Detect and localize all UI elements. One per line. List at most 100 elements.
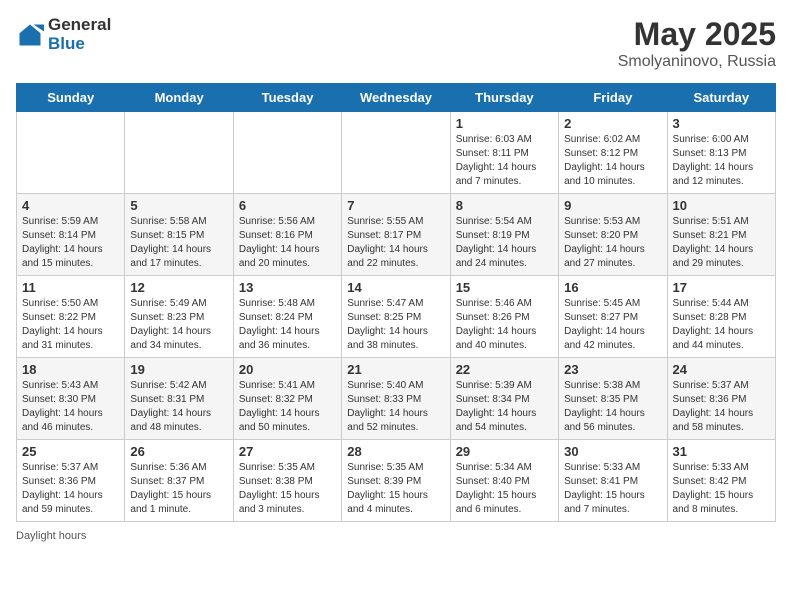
calendar-day-cell: 22 Sunrise: 5:39 AM Sunset: 8:34 PM Dayli… <box>450 358 558 440</box>
day-number: 2 <box>564 116 661 131</box>
calendar-day-cell: 10 Sunrise: 5:51 AM Sunset: 8:21 PM Dayli… <box>667 194 775 276</box>
day-number: 21 <box>347 362 444 377</box>
calendar-day-cell: 17 Sunrise: 5:44 AM Sunset: 8:28 PM Dayli… <box>667 276 775 358</box>
day-info: Sunrise: 5:39 AM Sunset: 8:34 PM Dayligh… <box>456 379 553 435</box>
day-info: Sunrise: 5:33 AM Sunset: 8:42 PM Dayligh… <box>673 461 770 517</box>
title-block: May 2025 Smolyaninovo, Russia <box>618 16 776 71</box>
day-number: 19 <box>130 362 227 377</box>
calendar-day-cell: 31 Sunrise: 5:33 AM Sunset: 8:42 PM Dayli… <box>667 440 775 522</box>
calendar-day-cell <box>17 112 125 194</box>
calendar-day-cell: 1 Sunrise: 6:03 AM Sunset: 8:11 PM Daylig… <box>450 112 558 194</box>
calendar-day-cell: 12 Sunrise: 5:49 AM Sunset: 8:23 PM Dayli… <box>125 276 233 358</box>
day-number: 29 <box>456 444 553 459</box>
day-info: Sunrise: 5:56 AM Sunset: 8:16 PM Dayligh… <box>239 215 336 271</box>
day-info: Sunrise: 5:45 AM Sunset: 8:27 PM Dayligh… <box>564 297 661 353</box>
day-info: Sunrise: 5:37 AM Sunset: 8:36 PM Dayligh… <box>673 379 770 435</box>
logo-general: General <box>48 16 111 35</box>
calendar-day-cell: 18Sunrise: 5:43 AM Sunset: 8:30 PM Dayli… <box>17 358 125 440</box>
day-number: 5 <box>130 198 227 213</box>
day-number: 4 <box>22 198 119 213</box>
logo-text: General Blue <box>48 16 111 53</box>
calendar-week-row: 1 Sunrise: 6:03 AM Sunset: 8:11 PM Daylig… <box>17 112 776 194</box>
logo-blue: Blue <box>48 35 111 54</box>
day-number: 1 <box>456 116 553 131</box>
calendar-day-cell: 15Sunrise: 5:46 AM Sunset: 8:26 PM Dayli… <box>450 276 558 358</box>
calendar-day-cell: 19 Sunrise: 5:42 AM Sunset: 8:31 PM Dayli… <box>125 358 233 440</box>
day-info: Sunrise: 5:34 AM Sunset: 8:40 PM Dayligh… <box>456 461 553 517</box>
calendar-week-row: 4 Sunrise: 5:59 AM Sunset: 8:14 PM Daylig… <box>17 194 776 276</box>
calendar-day-cell: 21Sunrise: 5:40 AM Sunset: 8:33 PM Dayli… <box>342 358 450 440</box>
day-number: 6 <box>239 198 336 213</box>
calendar-day-cell: 8Sunrise: 5:54 AM Sunset: 8:19 PM Daylig… <box>450 194 558 276</box>
location-title: Smolyaninovo, Russia <box>618 53 776 71</box>
weekday-header: Sunday <box>17 84 125 112</box>
day-info: Sunrise: 6:02 AM Sunset: 8:12 PM Dayligh… <box>564 133 661 189</box>
weekday-header: Tuesday <box>233 84 341 112</box>
calendar-day-cell <box>342 112 450 194</box>
day-info: Sunrise: 5:44 AM Sunset: 8:28 PM Dayligh… <box>673 297 770 353</box>
day-info: Sunrise: 5:37 AM Sunset: 8:36 PM Dayligh… <box>22 461 119 517</box>
day-number: 16 <box>564 280 661 295</box>
day-info: Sunrise: 5:50 AM Sunset: 8:22 PM Dayligh… <box>22 297 119 353</box>
day-number: 27 <box>239 444 336 459</box>
calendar-day-cell: 2 Sunrise: 6:02 AM Sunset: 8:12 PM Daylig… <box>559 112 667 194</box>
calendar-table: SundayMondayTuesdayWednesdayThursdayFrid… <box>16 83 776 522</box>
day-info: Sunrise: 5:41 AM Sunset: 8:32 PM Dayligh… <box>239 379 336 435</box>
day-number: 20 <box>239 362 336 377</box>
calendar-day-cell <box>233 112 341 194</box>
weekday-header: Wednesday <box>342 84 450 112</box>
calendar-day-cell: 27 Sunrise: 5:35 AM Sunset: 8:38 PM Dayli… <box>233 440 341 522</box>
day-number: 23 <box>564 362 661 377</box>
logo: General Blue <box>16 16 111 53</box>
day-info: Sunrise: 5:42 AM Sunset: 8:31 PM Dayligh… <box>130 379 227 435</box>
month-title: May 2025 <box>618 16 776 53</box>
calendar-day-cell: 23 Sunrise: 5:38 AM Sunset: 8:35 PM Dayli… <box>559 358 667 440</box>
day-info: Sunrise: 5:48 AM Sunset: 8:24 PM Dayligh… <box>239 297 336 353</box>
weekday-header: Thursday <box>450 84 558 112</box>
calendar-day-cell: 11 Sunrise: 5:50 AM Sunset: 8:22 PM Dayli… <box>17 276 125 358</box>
day-number: 12 <box>130 280 227 295</box>
weekday-row: SundayMondayTuesdayWednesdayThursdayFrid… <box>17 84 776 112</box>
day-info: Sunrise: 5:51 AM Sunset: 8:21 PM Dayligh… <box>673 215 770 271</box>
day-number: 14 <box>347 280 444 295</box>
calendar-day-cell: 5 Sunrise: 5:58 AM Sunset: 8:15 PM Daylig… <box>125 194 233 276</box>
day-number: 22 <box>456 362 553 377</box>
day-number: 11 <box>22 280 119 295</box>
day-number: 13 <box>239 280 336 295</box>
calendar-day-cell: 28Sunrise: 5:35 AM Sunset: 8:39 PM Dayli… <box>342 440 450 522</box>
day-info: Sunrise: 5:55 AM Sunset: 8:17 PM Dayligh… <box>347 215 444 271</box>
calendar-day-cell: 25 Sunrise: 5:37 AM Sunset: 8:36 PM Dayli… <box>17 440 125 522</box>
calendar-header: SundayMondayTuesdayWednesdayThursdayFrid… <box>17 84 776 112</box>
calendar-day-cell: 14 Sunrise: 5:47 AM Sunset: 8:25 PM Dayli… <box>342 276 450 358</box>
day-info: Sunrise: 5:35 AM Sunset: 8:38 PM Dayligh… <box>239 461 336 517</box>
day-info: Sunrise: 5:38 AM Sunset: 8:35 PM Dayligh… <box>564 379 661 435</box>
day-number: 9 <box>564 198 661 213</box>
weekday-header: Friday <box>559 84 667 112</box>
day-info: Sunrise: 5:54 AM Sunset: 8:19 PM Dayligh… <box>456 215 553 271</box>
day-info: Sunrise: 5:49 AM Sunset: 8:23 PM Dayligh… <box>130 297 227 353</box>
day-info: Sunrise: 6:03 AM Sunset: 8:11 PM Dayligh… <box>456 133 553 189</box>
day-info: Sunrise: 5:59 AM Sunset: 8:14 PM Dayligh… <box>22 215 119 271</box>
day-number: 24 <box>673 362 770 377</box>
weekday-header: Monday <box>125 84 233 112</box>
calendar-body: 1 Sunrise: 6:03 AM Sunset: 8:11 PM Daylig… <box>17 112 776 522</box>
day-number: 31 <box>673 444 770 459</box>
calendar-day-cell: 26Sunrise: 5:36 AM Sunset: 8:37 PM Dayli… <box>125 440 233 522</box>
calendar-day-cell: 16 Sunrise: 5:45 AM Sunset: 8:27 PM Dayli… <box>559 276 667 358</box>
day-info: Sunrise: 5:35 AM Sunset: 8:39 PM Dayligh… <box>347 461 444 517</box>
calendar-day-cell: 9Sunrise: 5:53 AM Sunset: 8:20 PM Daylig… <box>559 194 667 276</box>
day-info: Sunrise: 5:58 AM Sunset: 8:15 PM Dayligh… <box>130 215 227 271</box>
day-info: Sunrise: 5:47 AM Sunset: 8:25 PM Dayligh… <box>347 297 444 353</box>
calendar-day-cell: 4 Sunrise: 5:59 AM Sunset: 8:14 PM Daylig… <box>17 194 125 276</box>
day-info: Sunrise: 6:00 AM Sunset: 8:13 PM Dayligh… <box>673 133 770 189</box>
day-number: 17 <box>673 280 770 295</box>
footer-label: Daylight hours <box>16 530 776 542</box>
day-number: 25 <box>22 444 119 459</box>
day-number: 30 <box>564 444 661 459</box>
day-number: 10 <box>673 198 770 213</box>
calendar-day-cell: 13 Sunrise: 5:48 AM Sunset: 8:24 PM Dayli… <box>233 276 341 358</box>
calendar-day-cell: 7Sunrise: 5:55 AM Sunset: 8:17 PM Daylig… <box>342 194 450 276</box>
day-info: Sunrise: 5:36 AM Sunset: 8:37 PM Dayligh… <box>130 461 227 517</box>
calendar-day-cell: 20 Sunrise: 5:41 AM Sunset: 8:32 PM Dayli… <box>233 358 341 440</box>
day-number: 15 <box>456 280 553 295</box>
